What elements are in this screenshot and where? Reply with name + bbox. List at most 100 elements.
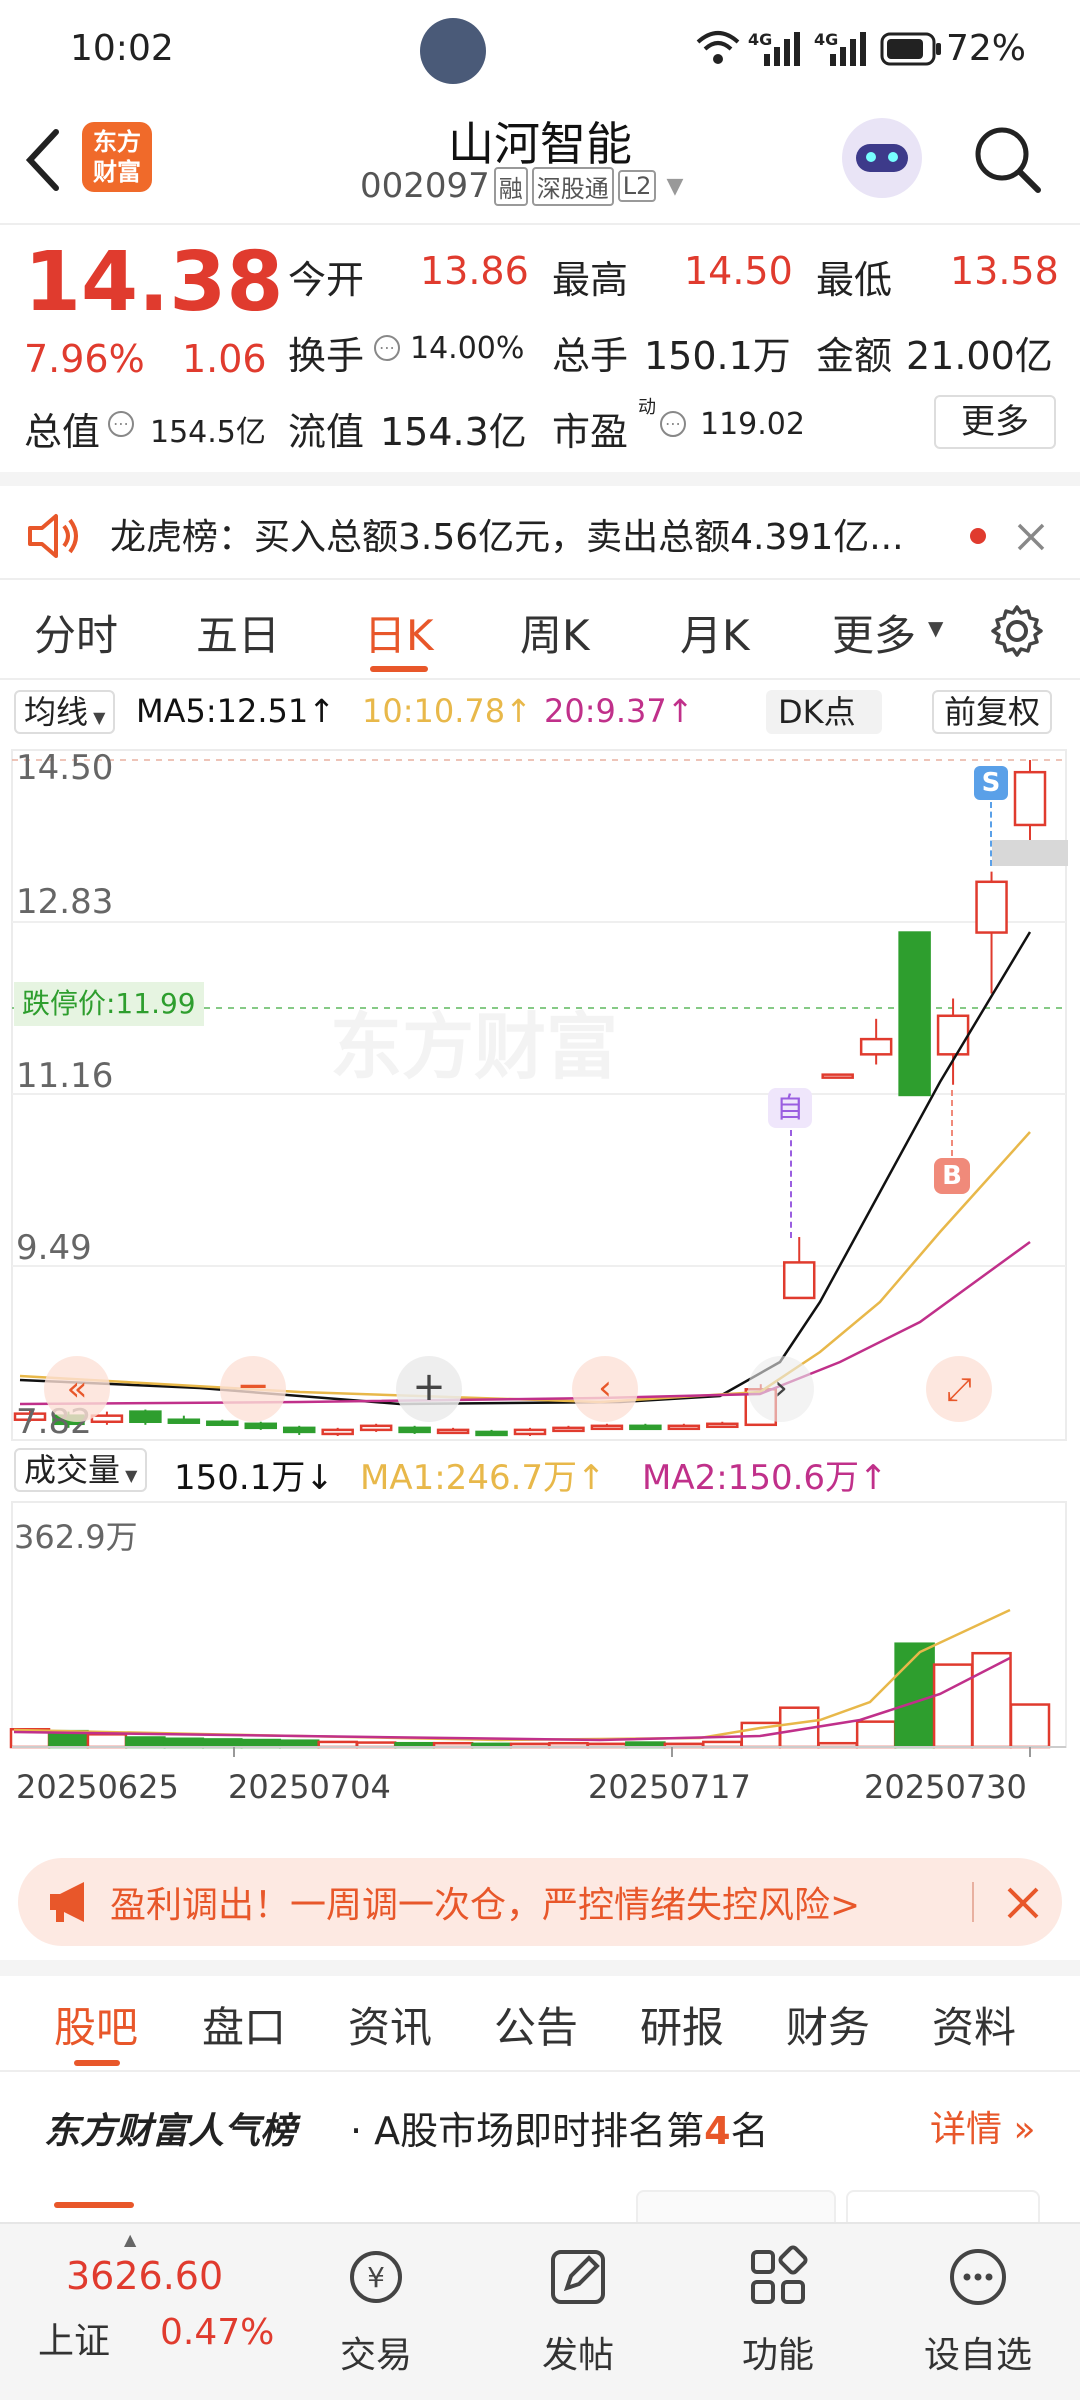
adjust-button[interactable]: 前复权 <box>932 690 1053 734</box>
buy-marker[interactable]: B <box>934 1158 970 1194</box>
tab-intraday[interactable]: 分时 <box>34 602 118 663</box>
double-chevron-right-icon: » <box>1002 2109 1036 2150</box>
ma-select-label: 均线 <box>24 693 89 731</box>
change-amount: 1.06 <box>182 337 267 381</box>
unread-dot <box>970 528 986 544</box>
dk-point-label: DK点 <box>778 693 856 731</box>
trade-button[interactable]: ¥ 交易 <box>276 2224 476 2402</box>
more-button[interactable]: 更多 <box>934 395 1056 449</box>
candle-body <box>590 1424 624 1431</box>
step-right-button[interactable]: › <box>748 1356 814 1422</box>
post-button[interactable]: 发帖 <box>478 2224 678 2402</box>
amount-value: 21.00亿 <box>906 334 1053 378</box>
low-value: 13.58 <box>950 249 1059 293</box>
info-icon[interactable]: ⋯ <box>108 411 134 437</box>
float-value: 154.3亿 <box>380 410 527 454</box>
stock-code-line[interactable]: 002097 融 深股通 L2 ▼ <box>360 166 683 206</box>
index-name: 上证 <box>38 2321 111 2362</box>
gear-icon[interactable] <box>990 604 1044 658</box>
candle-body <box>90 1414 124 1424</box>
ma20-value: 20:9.37↑ <box>544 692 694 730</box>
volume-bar <box>86 1733 128 1749</box>
trade-icon: ¥ <box>350 2251 402 2303</box>
chevron-down-icon: ▼ <box>88 708 106 727</box>
close-icon[interactable] <box>1016 522 1046 552</box>
tab-profile[interactable]: 资料 <box>932 1994 1016 2055</box>
candle-body <box>936 1014 970 1056</box>
sell-marker[interactable]: S <box>974 766 1008 800</box>
volume-ma2: MA2:150.6万↑ <box>642 1458 888 1498</box>
self-marker-line <box>790 1130 792 1238</box>
float-label: 流值 <box>288 410 365 454</box>
zoom-out-button[interactable]: − <box>220 1356 286 1422</box>
tab-news[interactable]: 资讯 <box>348 1994 432 2055</box>
date-label-3: 20250717 <box>588 1768 751 1806</box>
tab-daily-k[interactable]: 日K <box>364 602 434 663</box>
tab-five-day[interactable]: 五日 <box>196 602 280 663</box>
candle-body <box>706 1422 739 1429</box>
step-left-button[interactable]: ‹ <box>572 1356 638 1422</box>
volume-ma1: MA1:246.7万↑ <box>360 1458 606 1498</box>
ma-select[interactable]: 均线 ▼ <box>14 690 116 734</box>
tab-research[interactable]: 研报 <box>640 1994 724 2055</box>
stock-header: 东方 财富 山河智能 002097 融 深股通 L2 ▼ <box>0 100 1080 225</box>
candle-body <box>206 1420 239 1427</box>
battery-level: 72% <box>946 28 1027 69</box>
fullscreen-button[interactable]: ⤢ <box>926 1356 992 1422</box>
popularity-prefix: · A股市场即时排名第 <box>350 2109 705 2153</box>
tab-monthly-k[interactable]: 月K <box>680 602 750 663</box>
robot-assistant-icon[interactable] <box>842 118 922 198</box>
tab-finance[interactable]: 财务 <box>786 1994 870 2055</box>
pe-sup: 动 <box>638 397 656 418</box>
notice-text: 龙虎榜：买入总额3.56亿元，卖出总额4.391亿... <box>110 517 904 558</box>
dk-point-button[interactable]: DK点 <box>766 690 882 734</box>
volume-bar <box>855 1720 897 1749</box>
volume-select[interactable]: 成交量 ▼ <box>14 1448 148 1492</box>
popularity-detail-link[interactable]: 详情 » <box>930 2100 1035 2152</box>
kline-svg: 东方财富 <box>9 749 1067 1757</box>
popularity-rank[interactable]: 东方财富人气榜 · A股市场即时排名第4名 详情 » <box>0 2070 1080 2230</box>
candle-body <box>398 1426 431 1434</box>
volume-bar <box>202 1738 243 1749</box>
info-icon[interactable]: ⋯ <box>660 411 686 437</box>
mktcap-value: 154.5亿 <box>150 415 266 450</box>
volume-bar <box>932 1663 974 1749</box>
candle-body <box>436 1428 470 1435</box>
banner-divider <box>972 1882 974 1922</box>
high-value: 14.50 <box>684 249 793 293</box>
scroll-left-button[interactable]: « <box>44 1356 110 1422</box>
status-time: 10:02 <box>70 28 174 69</box>
dragon-tiger-notice[interactable]: 龙虎榜：买入总额3.56亿元，卖出总额4.391亿... <box>0 472 1080 580</box>
tab-order-book[interactable]: 盘口 <box>202 1994 286 2055</box>
popularity-rank-number: 4 <box>704 2109 731 2153</box>
tab-announcements[interactable]: 公告 <box>494 1994 578 2055</box>
active-tab-indicator <box>370 666 428 672</box>
candle-body <box>359 1424 393 1432</box>
add-watchlist-button[interactable]: 设自选 <box>878 2224 1078 2402</box>
y-axis-label-3: 11.16 <box>16 1056 114 1096</box>
info-icon[interactable]: ⋯ <box>374 335 400 361</box>
signal-icon-2 <box>830 32 866 66</box>
zoom-in-button[interactable]: + <box>396 1356 462 1422</box>
self-select-marker[interactable]: 自 <box>768 1088 812 1128</box>
tab-forum[interactable]: 股吧 <box>54 1994 138 2055</box>
candle-body <box>898 931 931 1097</box>
tab-more[interactable]: 更多 <box>832 602 916 663</box>
close-icon[interactable] <box>1006 1886 1040 1920</box>
detail-label: 详情 <box>930 2109 1003 2150</box>
speaker-icon <box>28 514 78 558</box>
filter-tab-underline <box>54 2202 134 2208</box>
search-icon[interactable] <box>972 124 1044 196</box>
promo-banner[interactable]: 盈利调出！一周调一次仓，严控情绪失控风险> <box>18 1858 1062 1946</box>
functions-button[interactable]: 功能 <box>678 2224 878 2402</box>
battery-icon <box>880 32 941 66</box>
candle-body <box>629 1424 662 1431</box>
megaphone-icon <box>50 1882 84 1922</box>
volume-bar <box>894 1642 935 1749</box>
candle-body <box>552 1426 585 1433</box>
index-value: 3626.60 <box>66 2254 224 2298</box>
tab-weekly-k[interactable]: 周K <box>520 602 590 663</box>
index-widget[interactable]: ▲ 3626.60 上证 0.47% <box>0 2224 290 2402</box>
chevron-down-icon: ▼ <box>666 173 684 199</box>
banner-text: 盈利调出！一周调一次仓，严控情绪失控风险> <box>110 1885 861 1926</box>
